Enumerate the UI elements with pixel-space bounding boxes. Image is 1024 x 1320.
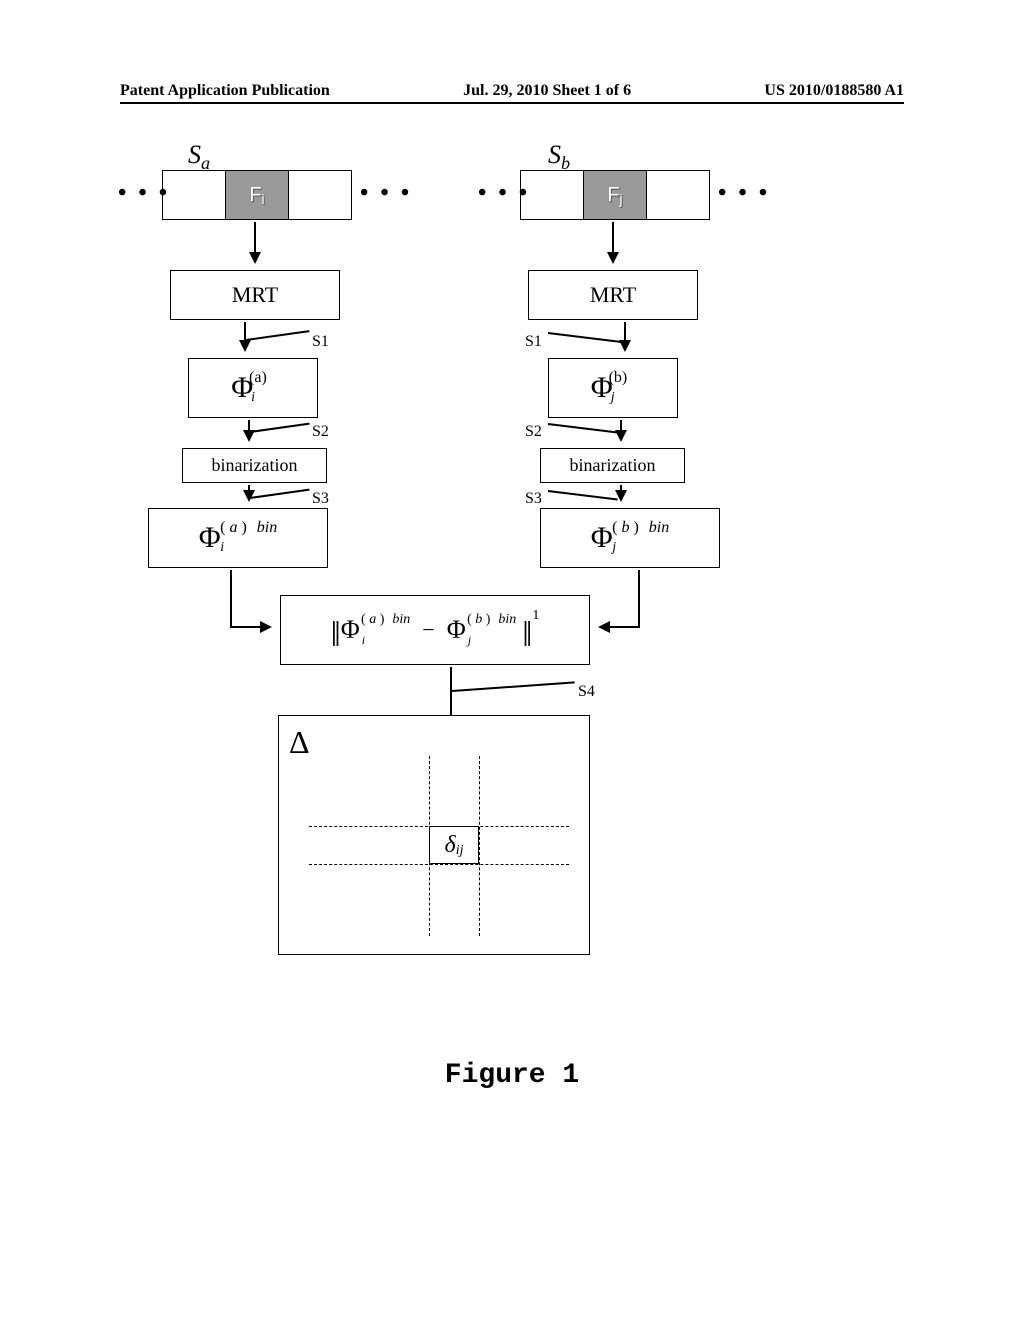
frame-a-symbol: F (249, 184, 261, 207)
step-s3-a: S3 (312, 490, 329, 508)
phi-b-idx: j (611, 390, 615, 406)
norm-exp: 1 (532, 608, 539, 624)
matrix-dash-h2 (309, 864, 569, 865)
phibin-a-bin: bin (257, 519, 277, 537)
mrt-text-a: MRT (232, 282, 278, 308)
phi-b-box: Φj(b) (548, 358, 678, 418)
frame-cell (163, 171, 226, 219)
phibin-b-symbol: Φ (591, 521, 613, 555)
phibin-b-box: Φ j( b )bin (540, 508, 720, 568)
phibin-b-idx: j (612, 540, 616, 556)
delta-sub: ij (456, 843, 464, 859)
phibin-a-symbol: Φ (199, 521, 221, 555)
arrow-b2 (624, 322, 626, 350)
norm-minus: − (422, 617, 434, 643)
diagram: Sa Sb • • • • • • • • • • • • Fi Fj (130, 140, 894, 1040)
delta-cell: δij (429, 826, 479, 864)
mrt-text-b: MRT (590, 282, 636, 308)
header-divider (120, 102, 904, 104)
mrt-box-a: MRT (170, 270, 340, 320)
header-center: Jul. 29, 2010 Sheet 1 of 6 (463, 82, 631, 100)
frame-fj: Fj (584, 171, 647, 219)
norm-left-bars: ‖ (331, 613, 341, 655)
s3-line-b (548, 490, 618, 501)
matrix-box: Δ δij (278, 715, 590, 955)
s1-line-b (548, 332, 622, 343)
norm-a-idx: i (362, 633, 365, 648)
frame-a-sub: i (262, 191, 265, 207)
arrow-b1 (612, 222, 614, 262)
s1-line-a (246, 330, 310, 341)
s2-line-b (548, 423, 618, 434)
page-container: Patent Application Publication Jul. 29, … (0, 0, 1024, 1320)
arrow-a1 (254, 222, 256, 262)
bin-a-text: binarization (212, 455, 298, 476)
norm-phi-a: Φ (341, 615, 360, 645)
frame-fi: Fi (226, 171, 289, 219)
bin-b-text: binarization (570, 455, 656, 476)
phi-b-sup: (b) (609, 369, 628, 387)
norm-a-bin: bin (392, 612, 410, 628)
phi-a-box: Φi(a) (188, 358, 318, 418)
norm-right-bars: ‖ (522, 613, 532, 655)
step-s2-a: S2 (312, 423, 329, 441)
phibin-a-idx: i (220, 540, 224, 556)
filmstrip-b: Fj (520, 170, 710, 220)
seq-b-symbol: S (548, 140, 561, 169)
matrix-dash-v2 (479, 756, 480, 936)
page-header: Patent Application Publication Jul. 29, … (0, 82, 1024, 100)
norm-b-bin: bin (498, 612, 516, 628)
conn-a-down (230, 570, 232, 628)
dots-b-right: • • • (718, 180, 770, 207)
s3-line-a (250, 489, 310, 499)
filmstrip-a: Fi (162, 170, 352, 220)
phibin-b-b: b (621, 519, 629, 536)
figure-caption: Figure 1 (0, 1060, 1024, 1091)
frame-b-symbol: F (607, 184, 619, 207)
conn-b-left (600, 626, 640, 628)
frame-b-sub: j (620, 191, 623, 207)
phibin-a-a: a (229, 519, 237, 536)
step-s4: S4 (578, 683, 595, 701)
delta-lower: δ (445, 832, 456, 859)
header-right: US 2010/0188580 A1 (764, 82, 904, 100)
mrt-box-b: MRT (528, 270, 698, 320)
frame-cell (521, 171, 584, 219)
arrow-b4 (620, 485, 622, 500)
phibin-a-box: Φ i( a )bin (148, 508, 328, 568)
phibin-b-bin: bin (649, 519, 669, 537)
arrow-a2 (244, 322, 246, 350)
delta-upper: Δ (289, 724, 310, 761)
conn-b-down (638, 570, 640, 628)
step-s1-b: S1 (525, 333, 542, 351)
norm-b-idx: j (468, 633, 471, 648)
s2-line-a (250, 423, 310, 433)
phi-a-idx: i (251, 390, 255, 406)
step-s3-b: S3 (525, 490, 542, 508)
seq-a-symbol: S (188, 140, 201, 169)
norm-box: ‖ Φ i( a )bin − Φ j( b )bin ‖1 (280, 595, 590, 665)
frame-cell (289, 171, 351, 219)
frame-cell (647, 171, 709, 219)
step-s1-a: S1 (312, 333, 329, 351)
step-s2-b: S2 (525, 423, 542, 441)
norm-b-b: b (475, 612, 482, 627)
norm-phi-b: Φ (447, 615, 466, 645)
arrow-b3 (620, 420, 622, 440)
phi-a-sup: (a) (249, 369, 267, 387)
norm-a-a: a (369, 612, 376, 627)
binarization-a: binarization (182, 448, 327, 483)
header-left: Patent Application Publication (120, 82, 330, 100)
s4-line (452, 681, 575, 692)
binarization-b: binarization (540, 448, 685, 483)
dots-a-right: • • • (360, 180, 412, 207)
conn-a-right (230, 626, 270, 628)
